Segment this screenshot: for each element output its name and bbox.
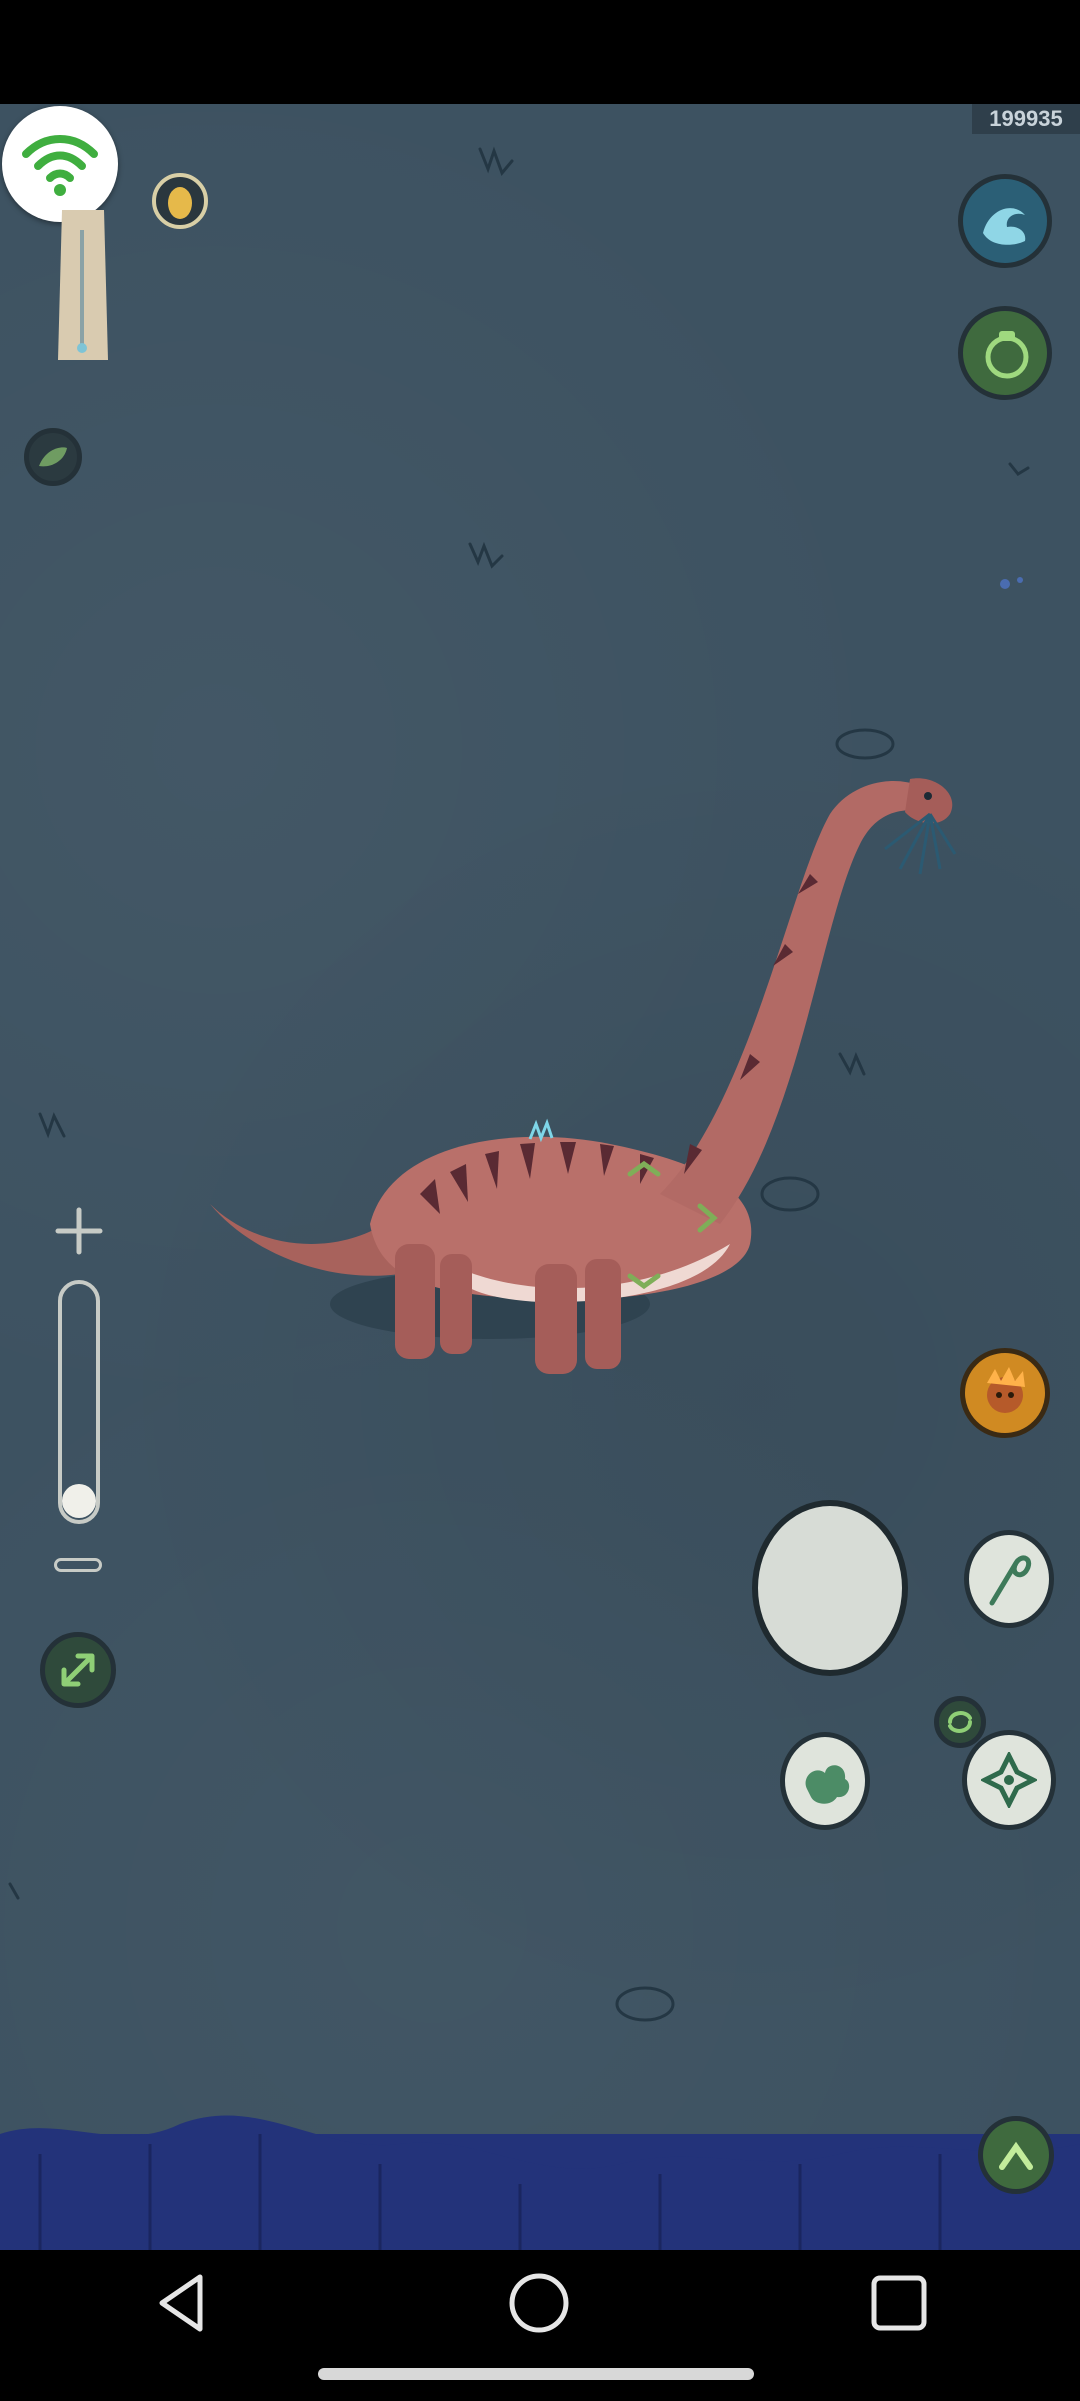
dinosaur-sprite[interactable] bbox=[190, 724, 990, 1414]
whip-tail-skill-icon bbox=[969, 1535, 1049, 1623]
wifi-button[interactable] bbox=[2, 106, 118, 222]
recents-button[interactable] bbox=[854, 2262, 944, 2344]
plus-icon bbox=[55, 1207, 103, 1255]
herb-button[interactable] bbox=[24, 428, 82, 486]
leaf-icon bbox=[29, 433, 77, 481]
dust-cloud-skill-icon bbox=[785, 1737, 865, 1825]
compass-star-icon bbox=[967, 1735, 1051, 1825]
dust-cloud-skill-button[interactable] bbox=[780, 1732, 870, 1830]
action-joystick[interactable] bbox=[752, 1500, 908, 1676]
expand-button[interactable] bbox=[40, 1632, 116, 1708]
home-indicator bbox=[318, 2368, 754, 2380]
egg-icon[interactable] bbox=[150, 170, 210, 232]
scent-jar-icon bbox=[963, 311, 1047, 395]
zoom-out-button[interactable] bbox=[54, 1558, 102, 1572]
screen: 199935 bbox=[0, 0, 1080, 2401]
direction-arrows bbox=[627, 1160, 718, 1290]
scroll-up-icon bbox=[983, 2121, 1049, 2189]
water-ability-icon bbox=[963, 179, 1047, 263]
whip-tail-skill-button[interactable] bbox=[964, 1530, 1054, 1628]
expand-arrows-icon bbox=[45, 1637, 111, 1703]
back-triangle-icon bbox=[159, 2274, 203, 2332]
game-world[interactable] bbox=[0, 104, 1080, 2250]
home-circle-icon bbox=[509, 2273, 569, 2333]
scroll-up-button[interactable] bbox=[978, 2116, 1054, 2194]
status-bar bbox=[0, 0, 1080, 104]
home-button[interactable] bbox=[494, 2262, 584, 2344]
water-meter-icon bbox=[58, 210, 108, 360]
water-edge bbox=[0, 2115, 1080, 2250]
compass-star-button[interactable] bbox=[962, 1730, 1056, 1830]
character-portrait-button[interactable] bbox=[960, 1348, 1050, 1438]
zoom-slider-knob[interactable] bbox=[62, 1484, 96, 1518]
scent-jar-button[interactable] bbox=[958, 306, 1052, 400]
back-button[interactable] bbox=[136, 2262, 226, 2344]
player-id-label: 199935 bbox=[972, 104, 1080, 134]
character-portrait-icon bbox=[965, 1353, 1045, 1433]
zoom-in-button[interactable] bbox=[54, 1206, 104, 1256]
water-ability-button[interactable] bbox=[958, 174, 1052, 268]
wifi-icon bbox=[2, 106, 118, 222]
recents-square-icon bbox=[871, 2275, 927, 2331]
